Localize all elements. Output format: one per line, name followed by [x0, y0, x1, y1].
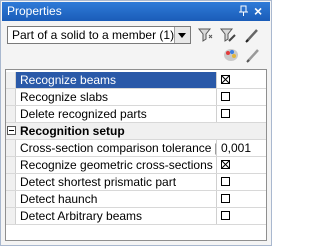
- property-label: Detect haunch: [16, 191, 217, 207]
- checkbox-unchecked[interactable]: [221, 109, 230, 118]
- row-recognize-slabs[interactable]: Recognize slabs: [6, 89, 266, 106]
- row-gutter: [6, 123, 16, 139]
- property-label: Detect shortest prismatic part: [16, 174, 217, 190]
- row-detect-shortest-prismatic-part[interactable]: Detect shortest prismatic part: [6, 174, 266, 191]
- row-gutter: [6, 140, 16, 156]
- tolerance-value[interactable]: 0,001: [218, 140, 266, 156]
- row-gutter: [6, 106, 16, 122]
- pencil-icon[interactable]: [243, 26, 261, 44]
- filter-edit-icon[interactable]: [219, 26, 237, 44]
- row-detect-haunch[interactable]: Detect haunch: [6, 191, 266, 208]
- row-gutter: [6, 89, 16, 105]
- checkbox-unchecked[interactable]: [221, 177, 230, 186]
- panel-title: Properties: [7, 4, 62, 18]
- property-grid: Recognize beams Recognize slabs Delete r…: [5, 69, 267, 241]
- row-delete-recognized-parts[interactable]: Delete recognized parts: [6, 106, 266, 123]
- palette-icon[interactable]: [223, 47, 239, 63]
- chevron-down-icon[interactable]: [174, 27, 190, 43]
- row-gutter: [6, 208, 16, 224]
- property-value[interactable]: [218, 208, 266, 224]
- row-detect-arbitrary-beams[interactable]: Detect Arbitrary beams: [6, 208, 266, 225]
- property-value[interactable]: [218, 191, 266, 207]
- filter-icon[interactable]: [197, 26, 215, 44]
- property-label: Delete recognized parts: [16, 106, 217, 122]
- group-recognition-setup[interactable]: Recognition setup: [6, 123, 266, 140]
- selection-dropdown-value: Part of a solid to a member (1): [12, 28, 175, 42]
- properties-panel: Properties × Part of a solid to a member…: [0, 0, 272, 246]
- property-label: Recognize geometric cross-sections: [16, 157, 217, 173]
- row-recognize-geometric-cross-sections[interactable]: Recognize geometric cross-sections: [6, 157, 266, 174]
- row-gutter: [6, 191, 16, 207]
- row-gutter: [6, 72, 16, 88]
- collapse-icon[interactable]: [7, 126, 16, 135]
- row-gutter: [6, 157, 16, 173]
- row-gutter: [6, 174, 16, 190]
- pin-icon[interactable]: [238, 5, 250, 17]
- edit-icon[interactable]: [245, 47, 261, 63]
- checkbox-unchecked[interactable]: [221, 194, 230, 203]
- property-value[interactable]: [218, 157, 266, 173]
- property-value[interactable]: [218, 174, 266, 190]
- property-label: Cross-section comparison tolerance [m]: [16, 140, 217, 156]
- checkbox-checked[interactable]: [221, 75, 230, 84]
- close-icon[interactable]: ×: [254, 3, 262, 19]
- checkbox-unchecked[interactable]: [221, 92, 230, 101]
- group-label: Recognition setup: [16, 123, 256, 139]
- checkbox-checked[interactable]: [221, 160, 230, 169]
- title-bar[interactable]: Properties ×: [2, 2, 270, 21]
- property-label: Recognize beams: [16, 72, 217, 88]
- property-value[interactable]: [218, 72, 266, 88]
- property-value[interactable]: [218, 89, 266, 105]
- selection-dropdown[interactable]: Part of a solid to a member (1): [7, 26, 191, 44]
- checkbox-unchecked[interactable]: [221, 211, 230, 220]
- row-cross-section-tolerance[interactable]: Cross-section comparison tolerance [m] 0…: [6, 140, 266, 157]
- row-recognize-beams[interactable]: Recognize beams: [6, 72, 266, 89]
- property-label: Detect Arbitrary beams: [16, 208, 217, 224]
- property-value[interactable]: [218, 106, 266, 122]
- property-label: Recognize slabs: [16, 89, 217, 105]
